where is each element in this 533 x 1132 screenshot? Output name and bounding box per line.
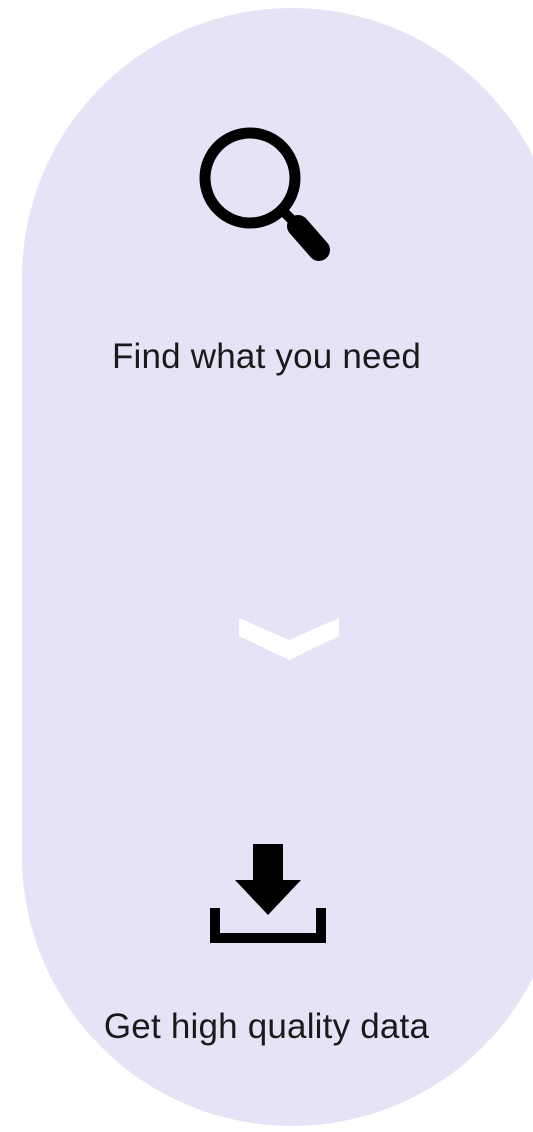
step-label-download: Get high quality data (103, 1007, 430, 1046)
step-label-find: Find what you need (111, 337, 422, 376)
page: Find what you need Get high quality data (0, 0, 533, 1132)
chevron-down-icon (239, 618, 339, 660)
search-icon (0, 120, 533, 285)
step-download: Get high quality data (0, 840, 533, 1049)
step-find: Find what you need (0, 120, 533, 379)
download-icon (0, 840, 533, 955)
